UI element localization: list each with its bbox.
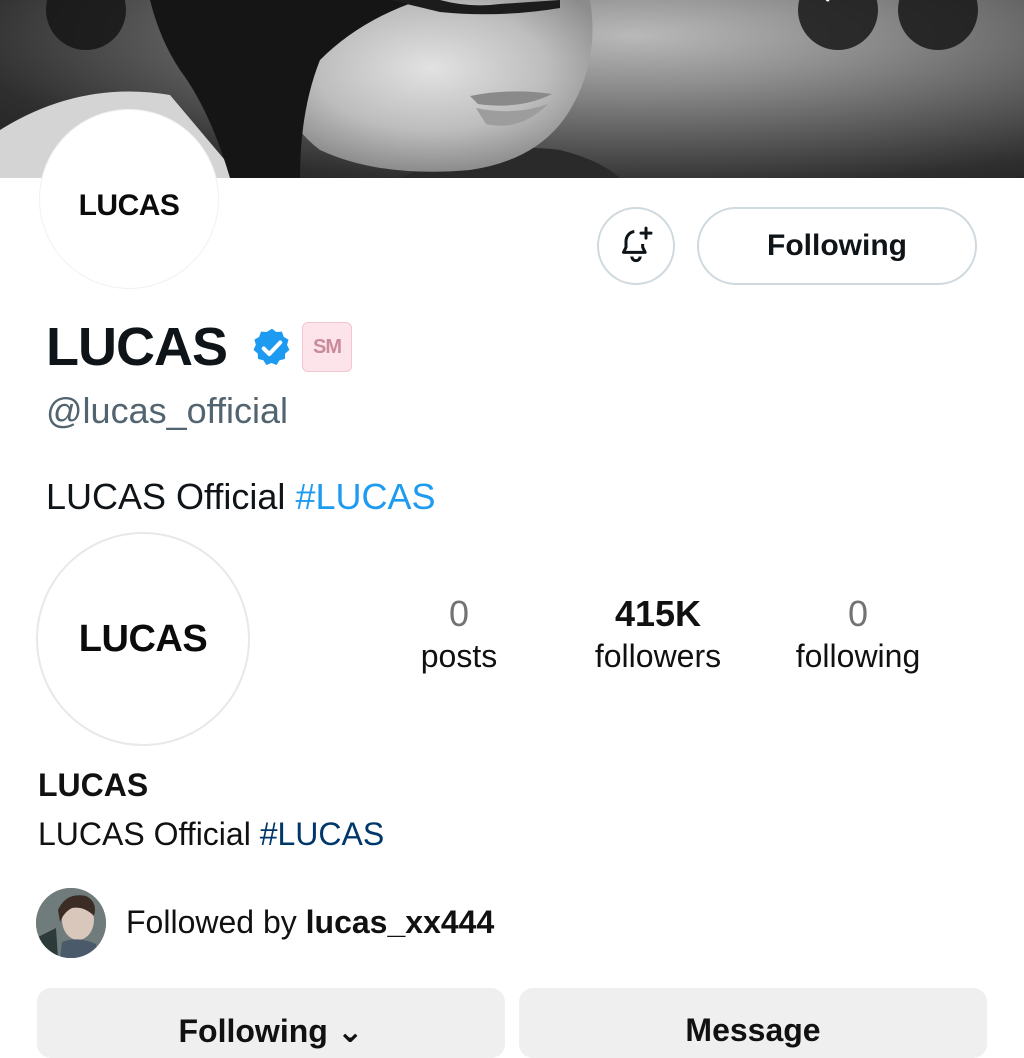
followers-stat[interactable]: 415K followers	[568, 592, 748, 676]
bio-hashtag-link[interactable]: #LUCAS	[295, 476, 435, 517]
verified-badge-icon	[250, 326, 294, 375]
following-stat[interactable]: 0 following	[768, 592, 948, 676]
ig-bio-hashtag-link[interactable]: #LUCAS	[260, 816, 385, 852]
ig-avatar-logo-text: LUCAS	[78, 617, 208, 660]
affiliation-badge-text: SM	[313, 335, 342, 358]
profile-avatar[interactable]: LUCAS	[40, 110, 218, 288]
followers-count: 415K	[614, 593, 702, 634]
followed-by-prefix: Followed by	[126, 904, 297, 940]
followers-label: followers	[594, 638, 722, 674]
posts-stat[interactable]: 0 posts	[369, 592, 549, 676]
ig-following-button[interactable]: Following ⌄	[37, 988, 505, 1058]
following-label: following	[795, 638, 921, 674]
ig-bio-text: LUCAS Official	[38, 816, 251, 852]
followed-by-user-link[interactable]: lucas_xx444	[306, 904, 495, 940]
affiliation-badge[interactable]: SM	[302, 322, 352, 372]
ig-profile-avatar[interactable]: LUCAS	[36, 532, 250, 746]
username-handle: @lucas_official	[46, 390, 288, 431]
ig-bio: LUCAS Official #LUCAS	[38, 814, 384, 854]
followed-by-text: Followed by lucas_xx444	[126, 902, 494, 942]
ig-message-button[interactable]: Message	[519, 988, 987, 1058]
bio-text: LUCAS Official	[46, 476, 286, 517]
bell-plus-icon	[616, 224, 656, 269]
follower-photo	[36, 888, 106, 958]
notifications-button[interactable]	[597, 207, 675, 285]
posts-label: posts	[420, 638, 498, 674]
posts-count: 0	[448, 593, 470, 634]
profile-bio: LUCAS Official #LUCAS	[46, 476, 436, 518]
following-count: 0	[847, 593, 869, 634]
following-button[interactable]: Following	[697, 207, 977, 285]
follower-avatar[interactable]	[36, 888, 106, 958]
avatar-logo-text: LUCAS	[78, 189, 180, 222]
ig-display-name: LUCAS	[38, 767, 149, 803]
display-name: LUCAS	[46, 317, 228, 377]
